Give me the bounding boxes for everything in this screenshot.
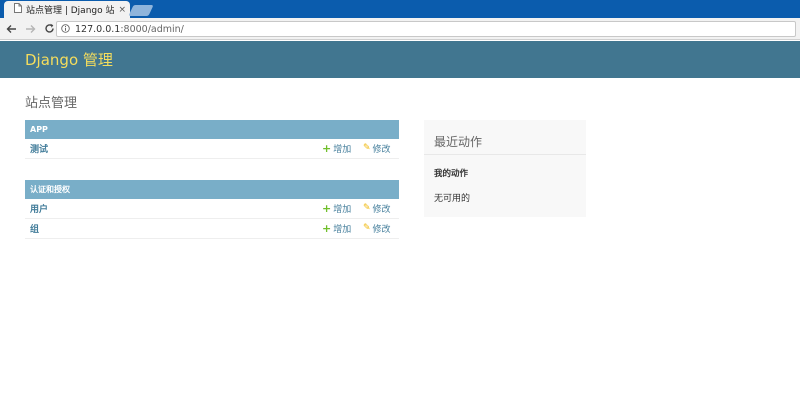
pencil-icon: ✎: [363, 203, 371, 213]
tab-title: 站点管理 | Django 站点: [26, 6, 115, 16]
app-module-auth: 认证和授权 用户 + 增加 ✎ 修改 组 + 增加 ✎ 修改: [25, 180, 399, 239]
address-bar[interactable]: 127.0.0.1:8000/admin/: [56, 21, 796, 37]
url-text[interactable]: 127.0.0.1:8000/admin/: [75, 24, 184, 35]
add-button[interactable]: + 增加: [322, 202, 351, 215]
model-link-groups[interactable]: 组: [30, 222, 39, 235]
site-header: Django 管理: [0, 41, 800, 78]
model-row-groups: 组 + 增加 ✎ 修改: [25, 219, 399, 239]
info-icon[interactable]: [61, 23, 70, 36]
change-button[interactable]: ✎ 修改: [363, 142, 391, 156]
browser-tab[interactable]: 站点管理 | Django 站点 ×: [4, 1, 130, 18]
url-host: 127.0.0.1: [75, 23, 121, 35]
browser-toolbar: 127.0.0.1:8000/admin/: [0, 18, 800, 40]
add-label: 增加: [333, 225, 352, 235]
model-link-ceshi[interactable]: 测试: [30, 142, 48, 155]
add-label: 增加: [333, 145, 352, 155]
reload-icon[interactable]: [41, 21, 57, 37]
model-row-users: 用户 + 增加 ✎ 修改: [25, 199, 399, 219]
plus-icon: +: [322, 202, 332, 215]
change-button[interactable]: ✎ 修改: [363, 222, 391, 236]
recent-actions-title: 最近动作: [424, 120, 586, 155]
module-caption-app[interactable]: APP: [25, 120, 399, 139]
browser-tabstrip: 站点管理 | Django 站点 ×: [0, 0, 800, 18]
change-button[interactable]: ✎ 修改: [363, 202, 391, 216]
add-button[interactable]: + 增加: [322, 142, 351, 155]
page-icon: [14, 3, 22, 16]
forward-arrow-icon[interactable]: [22, 21, 38, 37]
recent-actions-panel: 最近动作 我的动作 无可用的: [424, 120, 586, 217]
tab-close-icon[interactable]: ×: [118, 5, 126, 15]
url-path: :8000/admin/: [120, 23, 184, 35]
change-label: 修改: [372, 225, 391, 235]
plus-icon: +: [322, 142, 332, 155]
pencil-icon: ✎: [363, 143, 371, 153]
change-label: 修改: [372, 145, 391, 155]
page-title: 站点管理: [25, 96, 78, 111]
new-tab-button[interactable]: [128, 5, 154, 16]
add-label: 增加: [333, 205, 352, 215]
add-button[interactable]: + 增加: [322, 222, 351, 235]
my-actions-heading: 我的动作: [434, 169, 469, 179]
back-arrow-icon[interactable]: [3, 21, 19, 37]
pencil-icon: ✎: [363, 223, 371, 233]
model-link-users[interactable]: 用户: [30, 202, 48, 215]
model-row-ceshi: 测试 + 增加 ✎ 修改: [25, 139, 399, 159]
app-module-app: APP 测试 + 增加 ✎ 修改: [25, 120, 399, 159]
change-label: 修改: [372, 205, 391, 215]
site-brand-link[interactable]: Django 管理: [25, 49, 113, 70]
module-caption-auth[interactable]: 认证和授权: [25, 180, 399, 199]
plus-icon: +: [322, 222, 332, 235]
no-actions-text: 无可用的: [434, 194, 471, 204]
